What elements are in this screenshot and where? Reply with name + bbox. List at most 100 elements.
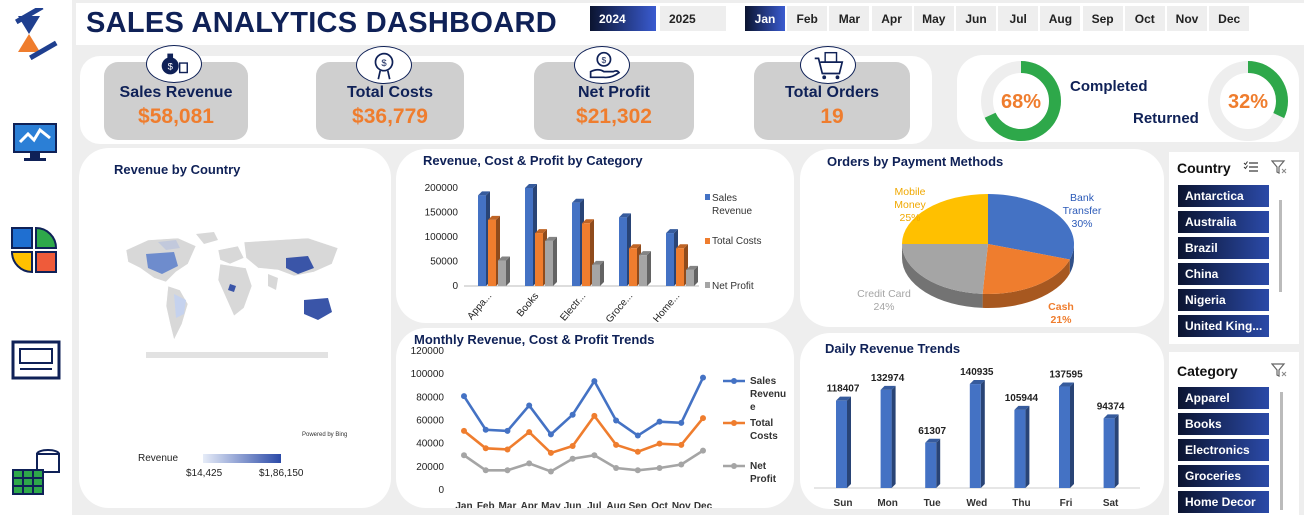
hand-coin-icon: $ — [574, 46, 630, 84]
y-tick-label: 150000 — [425, 208, 459, 219]
payment-pie-chart: Bank Transfer 30%Cash 21%Credit Card 24%Mobi… — [857, 186, 1102, 326]
multi-select-icon[interactable] — [1243, 160, 1259, 174]
country-slicer-item[interactable]: United King... — [1178, 315, 1269, 337]
category-slicer-item[interactable]: Apparel — [1178, 387, 1269, 409]
country-slicer-item[interactable]: Australia — [1178, 211, 1269, 233]
country-slicer-item[interactable]: China — [1178, 263, 1269, 285]
line-point — [461, 452, 467, 459]
legend-swatch — [705, 282, 710, 288]
country-slicer-item[interactable]: Antarctica — [1178, 185, 1269, 207]
x-tick-label: Jun — [564, 501, 582, 508]
y-tick-label: 40000 — [416, 439, 444, 450]
month-nov-button[interactable]: Nov — [1167, 6, 1207, 31]
category-slicer-item[interactable]: Books — [1178, 413, 1269, 435]
month-may-button[interactable]: May — [913, 6, 954, 31]
month-feb-button[interactable]: Feb — [787, 6, 828, 31]
bar-net-profit-side — [600, 260, 604, 286]
line-net-profit — [463, 449, 704, 473]
y-tick-label: 100000 — [425, 232, 459, 243]
country-slicer-item[interactable]: Nigeria — [1178, 289, 1269, 311]
kpi-label: Sales Revenue — [119, 84, 233, 101]
dashboard-icon[interactable] — [10, 224, 62, 276]
x-tick-label: Sep — [629, 501, 647, 508]
bar-total-costs — [535, 233, 543, 286]
country-slicer-title: Country — [1177, 160, 1231, 176]
bar-data-label: 118407 — [827, 384, 860, 395]
country-scrollbar[interactable] — [1279, 200, 1282, 292]
database-table-icon[interactable] — [10, 446, 62, 498]
x-tick-label: Home... — [651, 291, 682, 322]
year-2025-button[interactable]: 2025 — [660, 6, 726, 31]
year-2024-button[interactable]: 2024 — [590, 6, 656, 31]
month-dec-button[interactable]: Dec — [1209, 6, 1250, 31]
y-tick-label: 100000 — [411, 369, 445, 380]
month-sep-button[interactable]: Sep — [1082, 6, 1123, 31]
line-point — [613, 441, 620, 448]
x-tick-label: Thu — [1012, 498, 1030, 509]
bar-daily-side — [936, 438, 941, 488]
bar-net-profit — [498, 260, 506, 286]
x-tick-label: Sat — [1103, 498, 1119, 509]
y-tick-label: 20000 — [416, 462, 444, 473]
category-slicer-item[interactable]: Home Decor — [1178, 491, 1269, 513]
month-jan-button[interactable]: Jan — [745, 6, 785, 31]
line-point — [613, 417, 620, 424]
bar-daily-side — [847, 396, 851, 488]
payment-chart-title: Orders by Payment Methods — [827, 154, 1004, 169]
map-legend-label: Revenue — [138, 453, 179, 464]
line-point — [700, 447, 706, 454]
month-jul-button[interactable]: Jul — [998, 6, 1039, 31]
kpi-value: $36,779 — [352, 105, 428, 128]
bar-sales-revenue — [478, 195, 486, 286]
bar-net-profit-side — [553, 236, 557, 286]
screen-icon[interactable] — [10, 336, 62, 388]
y-tick-label: 200000 — [425, 183, 459, 194]
line-point — [591, 452, 598, 459]
clear-filter-icon[interactable] — [1271, 362, 1287, 378]
cart-box-icon — [800, 46, 856, 84]
y-tick-label: 60000 — [416, 416, 444, 427]
category-slicer-item[interactable]: Electronics — [1178, 439, 1269, 461]
category-bar-chart: 200000 150000 100000 50000 0 Appa... Books Elec… — [425, 183, 762, 322]
svg-text:$: $ — [602, 55, 607, 65]
line-point — [634, 467, 641, 474]
world-map[interactable] — [118, 228, 358, 360]
clear-filter-icon[interactable] — [1271, 159, 1287, 175]
month-jun-button[interactable]: Jun — [956, 6, 996, 31]
x-tick-label: Mon — [877, 498, 898, 509]
bar-daily-side — [1070, 382, 1074, 488]
line-point — [461, 393, 467, 400]
pie-data-label: Bank Transfer 30% — [1063, 192, 1102, 230]
map-legend-min: $14,425 — [186, 468, 223, 479]
month-aug-button[interactable]: Aug — [1040, 6, 1081, 31]
daily-chart-title: Daily Revenue Trends — [825, 341, 961, 356]
category-slicer-item[interactable]: Groceries — [1178, 465, 1269, 487]
category-scrollbar[interactable] — [1280, 392, 1283, 510]
monitor-chart-icon[interactable] — [10, 118, 62, 170]
bar-daily — [1059, 386, 1070, 488]
month-mar-button[interactable]: Mar — [829, 6, 870, 31]
hourglass-icon[interactable] — [10, 8, 62, 60]
x-tick-label: Mar — [499, 501, 517, 508]
line-point — [700, 415, 706, 422]
line-point — [504, 467, 511, 474]
money-bag-icon: $ — [146, 45, 202, 83]
svg-text:$: $ — [381, 58, 387, 69]
x-tick-label: May — [541, 501, 561, 508]
line-point — [656, 418, 663, 425]
y-tick-label: 120000 — [411, 346, 445, 357]
map-legend-gradient — [203, 454, 281, 463]
kpi-value: $58,081 — [138, 105, 214, 128]
category-chart-title: Revenue, Cost & Profit by Category — [423, 153, 643, 168]
month-oct-button[interactable]: Oct — [1124, 6, 1165, 31]
country-slicer-item[interactable]: Brazil — [1178, 237, 1269, 259]
legend-swatch — [705, 238, 710, 244]
line-point — [569, 411, 576, 418]
legend-marker — [731, 463, 737, 469]
line-point — [634, 432, 641, 439]
line-point — [482, 445, 489, 452]
pie-data-label: Cash 21% — [1048, 301, 1074, 326]
bar-net-profit — [639, 255, 647, 286]
line-point — [547, 468, 554, 475]
month-apr-button[interactable]: Apr — [871, 6, 912, 31]
